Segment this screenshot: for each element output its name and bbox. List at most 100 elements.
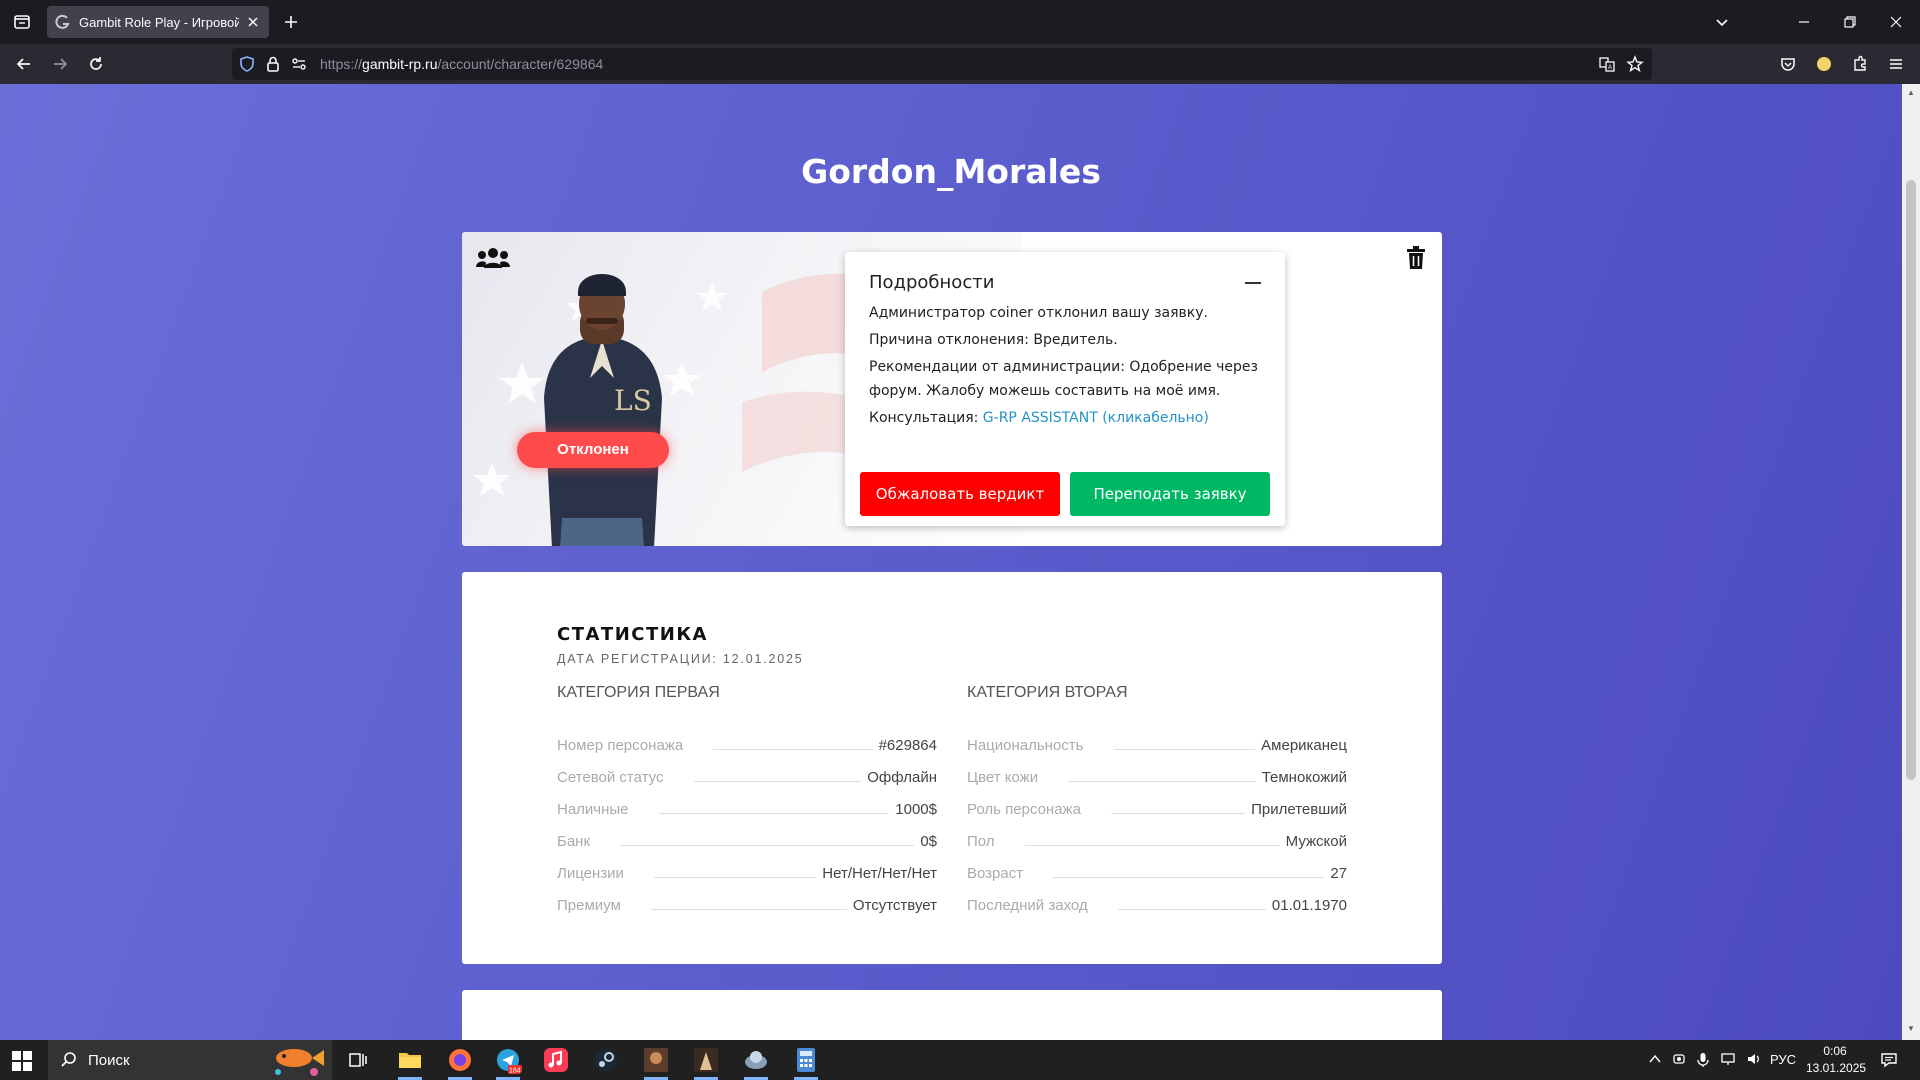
stat-key: Пол — [967, 833, 995, 850]
permissions-icon[interactable] — [290, 55, 308, 73]
details-panel: Подробности Администратор coiner отклони… — [845, 252, 1285, 526]
game-app-icon-2[interactable] — [692, 1046, 720, 1074]
stat-key: Сетевой статус — [557, 769, 664, 786]
category-first-title: КАТЕГОРИЯ ПЕРВАЯ — [557, 684, 720, 701]
reload-icon[interactable] — [86, 54, 106, 74]
stat-value: 27 — [1330, 865, 1347, 882]
list-all-tabs-icon[interactable] — [1712, 12, 1732, 32]
game-app-icon-1[interactable] — [642, 1046, 670, 1074]
stat-row: Роль персонажа Прилетевший — [967, 786, 1347, 818]
calculator-icon[interactable] — [792, 1046, 820, 1074]
windows-start-icon[interactable] — [12, 1051, 32, 1071]
stat-row: Банк 0$ — [557, 818, 937, 850]
dotted-leader — [1068, 781, 1256, 782]
music-app-icon[interactable] — [542, 1046, 570, 1074]
notifications-icon[interactable] — [1880, 1051, 1898, 1069]
lock-icon[interactable] — [264, 55, 282, 73]
dotted-leader — [658, 813, 890, 814]
scrollbar-thumb[interactable] — [1906, 180, 1916, 780]
details-reason-line: Причина отклонения: Вредитель. — [869, 332, 1118, 348]
stat-row: Наличные 1000$ — [557, 786, 937, 818]
search-label: Поиск — [88, 1052, 130, 1069]
close-window-icon[interactable] — [1886, 12, 1906, 32]
restore-icon[interactable] — [1840, 12, 1860, 32]
forward-icon[interactable] — [50, 54, 70, 74]
category-first: КАТЕГОРИЯ ПЕРВАЯ Номер персонажа #629864 … — [557, 684, 937, 914]
browser-tab-active[interactable]: Gambit Role Play - Игровой пр — [47, 6, 269, 38]
category-second: КАТЕГОРИЯ ВТОРАЯ Национальность Американе… — [967, 684, 1347, 914]
page-scrollbar[interactable]: ▲ ▼ — [1902, 84, 1920, 1040]
url-host: gambit-rp.ru — [362, 56, 438, 72]
resubmit-application-button[interactable]: Переподать заявку — [1070, 472, 1270, 516]
stat-key: Премиум — [557, 897, 621, 914]
steam-icon[interactable] — [592, 1046, 620, 1074]
minimize-icon[interactable] — [1794, 12, 1814, 32]
assistant-link[interactable]: G-RP ASSISTANT (кликабельно) — [983, 410, 1209, 426]
telegram-badge: 164 — [509, 1068, 521, 1075]
volume-icon[interactable] — [1746, 1052, 1762, 1066]
stat-row: Пол Мужской — [967, 818, 1347, 850]
translate-icon[interactable]: A — [1598, 55, 1616, 73]
camera-privacy-icon[interactable] — [1672, 1052, 1686, 1066]
back-icon[interactable] — [14, 54, 34, 74]
tab-list-icon[interactable] — [8, 8, 36, 36]
bookmark-star-icon[interactable] — [1626, 55, 1644, 73]
dotted-leader — [693, 781, 862, 782]
stat-row: Сетевой статус Оффлайн — [557, 754, 937, 786]
statistics-card: СТАТИСТИКА ДАТА РЕГИСТРАЦИИ: 12.01.2025 … — [462, 572, 1442, 964]
input-language[interactable]: РУС — [1770, 1052, 1796, 1067]
system-clock[interactable]: 0:06 13.01.2025 — [1806, 1043, 1867, 1077]
appeal-verdict-button[interactable]: Обжаловать вердикт — [860, 472, 1060, 516]
stat-value: 1000$ — [895, 801, 937, 818]
dotted-leader — [1113, 749, 1256, 750]
scroll-up-icon[interactable]: ▲ — [1906, 88, 1916, 98]
stat-row: Последний заход 01.01.1970 — [967, 882, 1347, 914]
details-consultation-line: Консультация: G-RP ASSISTANT (кликабельн… — [869, 406, 1261, 430]
extension-coin-icon[interactable] — [1814, 54, 1834, 74]
firefox-icon[interactable] — [446, 1046, 474, 1074]
tray-overflow-icon[interactable] — [1648, 1052, 1662, 1066]
dotted-leader — [650, 909, 847, 910]
status-badge: Отклонен — [517, 432, 669, 468]
url-bar[interactable]: https://gambit-rp.ru/account/character/6… — [232, 48, 1652, 80]
dotted-leader — [620, 845, 915, 846]
task-view-icon[interactable] — [344, 1046, 372, 1074]
collapse-icon[interactable] — [1245, 282, 1261, 284]
stat-key: Роль персонажа — [967, 801, 1081, 818]
stat-value: Темнокожий — [1261, 769, 1347, 786]
clock-date: 13.01.2025 — [1806, 1061, 1867, 1075]
microphone-icon[interactable] — [1696, 1052, 1710, 1068]
taskbar-search[interactable]: Поиск — [48, 1040, 332, 1080]
browser-tabstrip: Gambit Role Play - Игровой пр — [0, 0, 1920, 44]
stat-value: #629864 — [878, 737, 937, 754]
network-icon[interactable] — [1720, 1052, 1736, 1066]
stat-row: Национальность Американец — [967, 722, 1347, 754]
statistics-title: СТАТИСТИКА — [557, 624, 708, 645]
stat-key: Цвет кожи — [967, 769, 1039, 786]
pocket-icon[interactable] — [1778, 54, 1798, 74]
telegram-icon[interactable]: 164 — [494, 1046, 522, 1074]
stat-row: Возраст 27 — [967, 850, 1347, 882]
menu-icon[interactable] — [1886, 54, 1906, 74]
dotted-leader — [1024, 845, 1280, 846]
search-icon — [61, 1052, 76, 1067]
tab-title: Gambit Role Play - Игровой пр — [79, 14, 239, 30]
extensions-icon[interactable] — [1850, 54, 1870, 74]
vpn-app-icon[interactable] — [742, 1046, 770, 1074]
new-tab-icon[interactable] — [281, 12, 301, 32]
trash-icon[interactable] — [1406, 246, 1426, 270]
scroll-down-icon[interactable]: ▼ — [1906, 1024, 1916, 1034]
page-content: Gordon_Morales LS Отклонен Подробности А… — [0, 84, 1902, 1040]
url-text[interactable]: https://gambit-rp.ru/account/character/6… — [320, 56, 603, 72]
character-card: LS Отклонен Подробности Администратор co… — [462, 232, 1442, 546]
url-prefix: https:// — [320, 56, 363, 72]
dotted-leader — [1117, 909, 1266, 910]
shield-icon[interactable] — [238, 55, 256, 73]
stat-row: Лицензии Нет/Нет/Нет/Нет — [557, 850, 937, 882]
file-explorer-icon[interactable] — [396, 1046, 424, 1074]
stat-value: Прилетевший — [1251, 801, 1347, 818]
dotted-leader — [1053, 877, 1325, 878]
stat-value: Мужской — [1285, 833, 1347, 850]
stat-value: 01.01.1970 — [1271, 897, 1347, 914]
close-tab-icon[interactable] — [245, 14, 261, 30]
